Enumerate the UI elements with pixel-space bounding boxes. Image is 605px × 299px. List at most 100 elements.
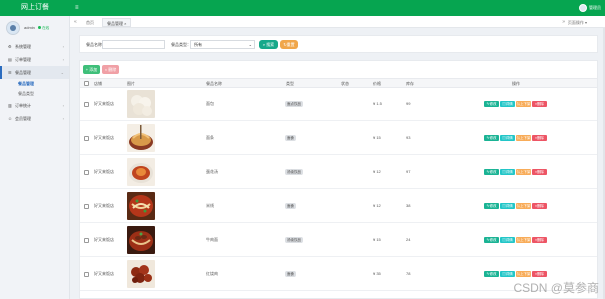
detail-button[interactable]: ▤详情 [500,101,515,107]
edit-label: 修改 [489,170,497,174]
sidebar-item-dishes[interactable]: ☰ 餐品管理 ⌄ [0,66,69,79]
dish-name-input[interactable] [102,40,165,49]
detail-label: 详情 [505,204,513,208]
chevron-right-icon: › [62,103,64,108]
edit-button[interactable]: ✎修改 [484,169,499,175]
row-checkbox[interactable] [84,204,89,209]
row-checkbox[interactable] [84,102,89,107]
detail-button[interactable]: ▤详情 [500,135,515,141]
delete-button[interactable]: ×删除 [532,271,547,277]
edit-label: 修改 [489,238,497,242]
sidebar-item-label: 餐品管理 [15,70,31,75]
tab-home[interactable]: 首页 [86,18,94,27]
price-cell: ¥ 35 [373,271,381,276]
sidebar-profile: admin 在线 [0,16,69,40]
dish-name-cell: 红烧肉 [206,271,218,276]
delete-button[interactable]: ×删除 [532,237,547,243]
dish-name-cell: 面条 [206,135,214,140]
avatar [6,21,20,35]
edit-button[interactable]: ✎修改 [484,271,499,277]
stock-cell: 78 [406,271,411,276]
detail-button[interactable]: ▤详情 [500,169,515,175]
shelf-toggle-button[interactable]: ⇅上下架 [516,135,531,141]
table-row: 好又来饭店 牛肉面 汤羹饮品 ¥ 15 24 ✎修改 ▤详情 ⇅上下架 ×删除 [80,224,597,257]
stock-cell: 97 [406,169,411,174]
table-header: 店铺 图片 餐品名称 类型 状态 价格 库存 操作 [80,78,597,88]
select-all-checkbox[interactable] [84,81,89,86]
shelf-toggle-button[interactable]: ⇅上下架 [516,237,531,243]
dish-image [127,226,155,254]
shelf-label: 上下架 [520,136,531,140]
dish-table-panel: + 添加 × 删除 店铺 图片 餐品名称 类型 状态 价格 库存 操作 好又来饭… [79,60,598,299]
add-button[interactable]: + 添加 [83,65,100,74]
edit-label: 修改 [489,102,497,106]
edit-button[interactable]: ✎修改 [484,135,499,141]
close-icon[interactable]: × [124,21,126,26]
dish-type-label: 餐品类型： [171,42,191,47]
detail-button[interactable]: ▤详情 [500,271,515,277]
delete-selected-button[interactable]: × 删除 [102,65,119,74]
dish-type-value: 所有 [194,42,202,47]
row-checkbox[interactable] [84,238,89,243]
column-type: 类型 [286,81,294,86]
tab-dish-manage[interactable]: 餐品管理 × [102,18,132,27]
delete-label: 删除 [537,204,545,208]
column-shop: 店铺 [94,81,102,86]
detail-label: 详情 [505,136,513,140]
dish-image [127,90,155,118]
search-button[interactable]: ⌕ 搜索 [259,40,278,49]
detail-label: 详情 [505,102,513,106]
delete-button[interactable]: ×删除 [532,203,547,209]
shelf-toggle-button[interactable]: ⇅上下架 [516,169,531,175]
shelf-toggle-button[interactable]: ⇅上下架 [516,203,531,209]
shelf-toggle-button[interactable]: ⇅上下架 [516,271,531,277]
detail-label: 详情 [505,170,513,174]
row-checkbox[interactable] [84,170,89,175]
page-operations-menu[interactable]: 页面操作 ▾ [568,18,587,27]
shelf-label: 上下架 [520,238,531,242]
brand-title: 网上订餐 [21,4,49,11]
delete-button[interactable]: ×删除 [532,135,547,141]
delete-button[interactable]: ×删除 [532,169,547,175]
sidebar-subitem-dish-types[interactable]: 餐品类型 [0,89,69,99]
sidebar-item-orders[interactable]: ▤ 订单管理 › [0,53,69,66]
delete-label: 删除 [537,136,545,140]
delete-label: 删除 [537,102,545,106]
stock-cell: 93 [406,135,411,140]
reset-button[interactable]: ↻重置 [280,40,298,49]
dish-type-select[interactable]: 所有 ⌄ [190,40,255,49]
row-checkbox[interactable] [84,272,89,277]
edit-label: 修改 [489,272,497,276]
dish-image [127,260,155,288]
chevron-down-icon: ⌄ [248,42,252,47]
column-actions: 操作 [512,81,520,86]
cart-icon: ▤ [8,57,12,62]
edit-button[interactable]: ✎修改 [484,101,499,107]
hamburger-icon[interactable]: ≡ [75,4,79,12]
tab-scroll-right-icon[interactable]: » [562,18,565,27]
type-badge: 面食 [285,203,296,209]
edit-label: 修改 [489,204,497,208]
watermark: CSDN @莫参商 [513,281,599,295]
sidebar-item-system[interactable]: ⚙ 系统管理 › [0,40,69,53]
shelf-toggle-button[interactable]: ⇅上下架 [516,101,531,107]
delete-button[interactable]: ×删除 [532,101,547,107]
edit-label: 修改 [489,136,497,140]
type-badge: 汤羹饮品 [285,169,303,175]
sidebar-item-order-stats[interactable]: ▥ 订单统计 › [0,99,69,112]
shop-cell: 好又来饭店 [94,135,114,140]
detail-button[interactable]: ▤详情 [500,203,515,209]
detail-button[interactable]: ▤详情 [500,237,515,243]
edit-button[interactable]: ✎修改 [484,203,499,209]
sidebar-subitem-dish-manage[interactable]: 餐品管理 [0,79,69,89]
tab-scroll-left-icon[interactable]: « [74,18,77,27]
row-checkbox[interactable] [84,136,89,141]
search-button-label: 搜索 [266,42,275,47]
edit-button[interactable]: ✎修改 [484,237,499,243]
sidebar-item-members[interactable]: ☺ 会员管理 › [0,112,69,125]
top-user-menu[interactable]: 管理员 [579,3,601,13]
column-stock: 库存 [406,81,414,86]
search-icon: ⌕ [262,42,266,47]
shop-cell: 好又来饭店 [94,271,114,276]
table-row: 好又来饭店 面条 面食 ¥ 15 93 ✎修改 ▤详情 ⇅上下架 ×删除 [80,122,597,155]
